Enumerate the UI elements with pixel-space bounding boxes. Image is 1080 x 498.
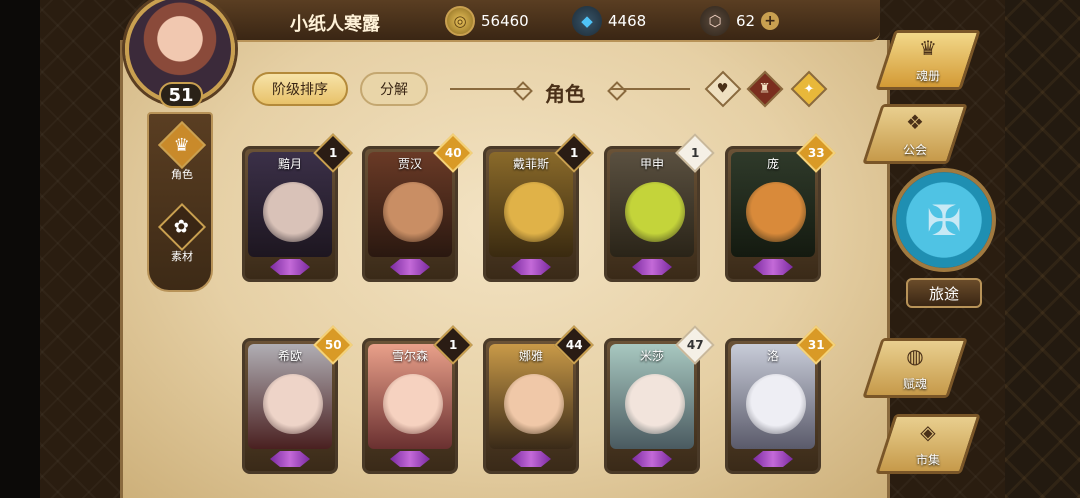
character-face — [504, 374, 564, 434]
title-flourish-left — [450, 88, 530, 90]
coin-icon: ◎ — [445, 6, 475, 36]
nav-item-characters[interactable]: ♛ 角色 — [155, 120, 209, 182]
screen-right-edge — [1005, 0, 1080, 498]
journey-button[interactable]: ✠ 旅途 — [888, 162, 1000, 310]
gem-value: 4468 — [608, 12, 647, 30]
character-face — [263, 374, 323, 434]
screen-left-edge — [0, 0, 40, 498]
character-face — [625, 182, 685, 242]
currency-coin[interactable]: ◎ 56460 — [445, 6, 529, 36]
journey-label: 旅途 — [906, 278, 982, 308]
rarity-gem — [245, 447, 335, 471]
rarity-gem — [486, 447, 576, 471]
purple-gem-icon — [390, 259, 430, 275]
character-face — [263, 182, 323, 242]
purple-gem-icon — [632, 259, 672, 275]
crystal-value: 62 — [736, 12, 756, 30]
purple-gem-icon — [270, 259, 310, 275]
add-currency-button[interactable]: + — [761, 12, 780, 30]
character-face — [625, 374, 685, 434]
sort-by-rank-button[interactable]: 阶级排序 — [252, 72, 348, 106]
purple-gem-icon — [753, 451, 793, 467]
purple-gem-icon — [511, 451, 551, 467]
journey-emblem-icon: ✠ — [892, 168, 996, 272]
character-card[interactable]: 米莎 47 — [604, 325, 715, 474]
guild-icon: ❖ — [906, 110, 924, 134]
guild-button[interactable]: ❖ 公会 — [862, 104, 968, 164]
rarity-gem — [728, 255, 818, 279]
rarity-gem — [365, 255, 455, 279]
character-face — [383, 374, 443, 434]
purple-gem-icon — [632, 451, 672, 467]
page-title: 角色 — [545, 82, 585, 106]
character-card[interactable]: 戴菲斯 1 — [483, 133, 594, 282]
rarity-gem — [245, 255, 335, 279]
character-card[interactable]: 甲申 1 — [604, 133, 715, 282]
player-name: 小纸人寒露 — [290, 14, 380, 35]
market-icon: ◈ — [920, 420, 936, 444]
materials-icon: ✿ — [157, 202, 207, 252]
character-card[interactable]: 洛 31 — [725, 325, 836, 474]
character-card[interactable]: 雪尔森 1 — [362, 325, 473, 474]
coin-value: 56460 — [481, 12, 529, 30]
player-level: 51 — [159, 82, 203, 108]
purple-gem-icon — [270, 451, 310, 467]
character-card[interactable]: 庞 33 — [725, 133, 836, 282]
character-card[interactable]: 黯月 1 — [242, 133, 353, 282]
blue-crystal-icon: ◆ — [572, 6, 602, 36]
character-face — [383, 182, 443, 242]
rarity-gem — [728, 447, 818, 471]
characters-icon: ♛ — [157, 120, 207, 170]
character-card[interactable]: 娜雅 44 — [483, 325, 594, 474]
title-flourish-right — [610, 88, 690, 90]
rarity-gem — [365, 447, 455, 471]
guild-label: 公会 — [902, 143, 927, 157]
character-card[interactable]: 贾汉 40 — [362, 133, 473, 282]
soul-infuse-icon: ◍ — [906, 344, 924, 368]
currency-crystal[interactable]: ⬡ 62 + — [700, 6, 780, 36]
purple-gem-icon — [390, 451, 430, 467]
rarity-gem — [607, 447, 697, 471]
decompose-button[interactable]: 分解 — [360, 72, 428, 106]
pink-crystal-icon: ⬡ — [700, 6, 730, 36]
market-label: 市集 — [915, 453, 940, 467]
rarity-gem — [607, 255, 697, 279]
market-button[interactable]: ◈ 市集 — [875, 414, 981, 474]
rarity-gem — [486, 255, 576, 279]
nav-item-materials[interactable]: ✿ 素材 — [155, 202, 209, 264]
purple-gem-icon — [753, 259, 793, 275]
soul-infuse-label: 赋魂 — [902, 377, 927, 391]
purple-gem-icon — [511, 259, 551, 275]
character-face — [746, 182, 806, 242]
soul-book-button[interactable]: ♛ 魂册 — [875, 30, 981, 90]
soul-infuse-button[interactable]: ◍ 赋魂 — [862, 338, 968, 398]
soul-book-icon: ♛ — [919, 36, 937, 60]
character-face — [504, 182, 564, 242]
currency-gem[interactable]: ◆ 4468 — [572, 6, 646, 36]
character-card[interactable]: 希欧 50 — [242, 325, 353, 474]
character-face — [746, 374, 806, 434]
soul-book-label: 魂册 — [915, 69, 940, 83]
left-nav: ♛ 角色 ✿ 素材 — [147, 112, 213, 292]
